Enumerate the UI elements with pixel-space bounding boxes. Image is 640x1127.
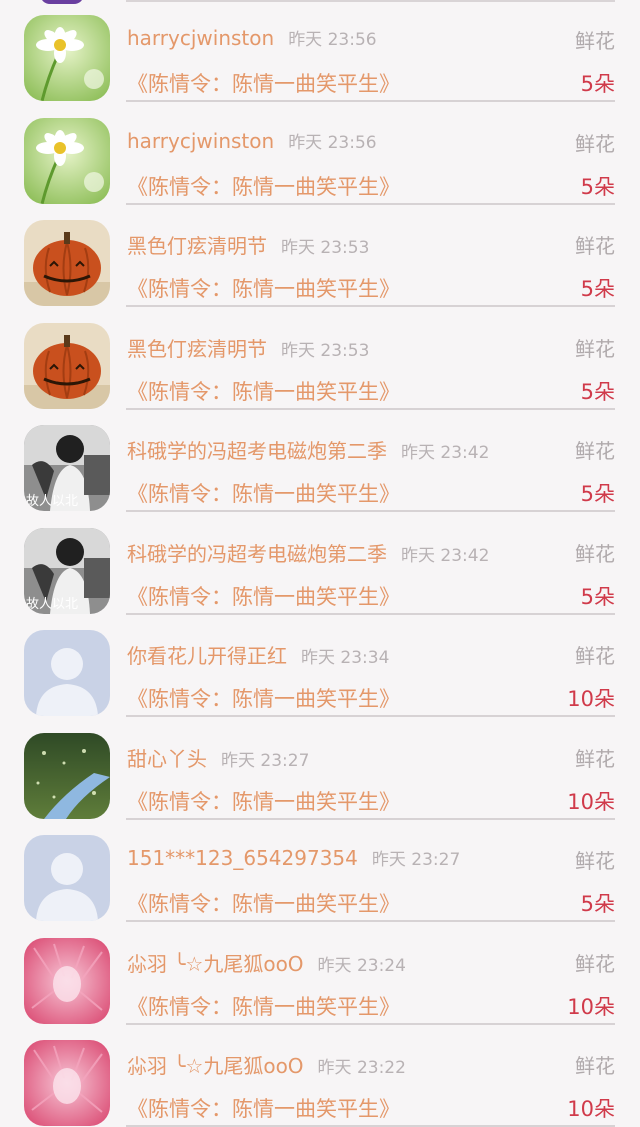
daisy-avatar[interactable] [24, 117, 110, 204]
gift-count: 10朵 [567, 687, 615, 711]
drama-title-link[interactable]: 《陈情令：陈情一曲笑平生》 [127, 581, 400, 611]
gift-type-label: 鲜花 [575, 746, 615, 771]
photo-avatar[interactable]: 故人以北 [24, 425, 110, 511]
gift-type-label: 鲜花 [575, 234, 615, 258]
gift-count: 5朵 [580, 174, 615, 199]
user-name-line[interactable]: 尛羽 ╰☆九尾狐ooO 昨天 23:24 [127, 948, 406, 977]
gift-count: 5朵 [580, 72, 615, 96]
drama-title-link[interactable]: 《陈情令：陈情一曲笑平生》 [127, 991, 400, 1021]
timestamp: 昨天 23:42 [401, 443, 490, 463]
user-name-line[interactable]: 黑色仃痃清明节 昨天 23:53 [127, 230, 369, 259]
user-name[interactable]: 黑色仃痃清明节 [127, 337, 267, 361]
user-name[interactable]: 科硪学的冯超考电磁炮第二季 [127, 439, 387, 463]
user-name-line[interactable]: harrycjwinston 昨天 23:56 [127, 128, 377, 153]
gift-count: 5朵 [580, 379, 615, 404]
user-name[interactable]: 科硪学的冯超考电磁炮第二季 [127, 542, 387, 566]
drama-title-link[interactable]: 《陈情令：陈情一曲笑平生》 [127, 888, 400, 918]
gift-record-row[interactable]: harrycjwinston 昨天 23:56 鲜花《陈情令：陈情一曲笑平生》 5朵 [0, 103, 640, 205]
gift-record-row[interactable]: 故人以北 科硪学的冯超考电磁炮第二季 昨天 23:42 鲜花《陈情令：陈情一曲笑平生》… [0, 513, 640, 615]
pumpkin-avatar[interactable] [24, 220, 110, 306]
gift-record-row[interactable]: harrycjwinston 昨天 23:56 鲜花《陈情令：陈情一曲笑平生》 5朵 [0, 0, 640, 102]
daisy-avatar[interactable] [24, 15, 110, 101]
gift-type-label: 鲜花 [575, 849, 615, 873]
user-name-line[interactable]: 151***123_654297354 昨天 23:27 [127, 845, 460, 870]
gift-record-row[interactable]: 你看花儿开得正红 昨天 23:34 鲜花《陈情令：陈情一曲笑平生》 10朵 [0, 615, 640, 717]
drama-title-link[interactable]: 《陈情令：陈情一曲笑平生》 [127, 1093, 400, 1123]
user-name-line[interactable]: 科硪学的冯超考电磁炮第二季 昨天 23:42 [127, 435, 489, 464]
gift-record-row[interactable]: 尛羽 ╰☆九尾狐ooO 昨天 23:24 鲜花《陈情令：陈情一曲笑平生》 10朵 [0, 923, 640, 1025]
gift-type-label: 鲜花 [575, 131, 615, 156]
pink-avatar[interactable] [24, 1040, 110, 1126]
gift-count: 10朵 [567, 994, 615, 1019]
pink-avatar[interactable] [24, 937, 110, 1024]
user-name[interactable]: 尛羽 ╰☆九尾狐ooO [127, 952, 304, 976]
drama-title-link[interactable]: 《陈情令：陈情一曲笑平生》 [127, 786, 400, 816]
drama-title-link[interactable]: 《陈情令：陈情一曲笑平生》 [127, 376, 400, 406]
user-name[interactable]: 尛羽 ╰☆九尾狐ooO [127, 1054, 304, 1078]
gift-type-label: 鲜花 [575, 29, 615, 53]
timestamp: 昨天 23:56 [288, 30, 377, 50]
user-name-line[interactable]: harrycjwinston 昨天 23:56 [127, 25, 377, 50]
user-name-line[interactable]: 你看花儿开得正红 昨天 23:34 [127, 640, 389, 669]
photo-avatar[interactable]: 故人以北 [24, 527, 110, 614]
gift-record-row[interactable]: 黑色仃痃清明节 昨天 23:53 鲜花《陈情令：陈情一曲笑平生》 5朵 [0, 205, 640, 307]
user-name[interactable]: harrycjwinston [127, 26, 274, 50]
timestamp: 昨天 23:22 [317, 1058, 406, 1078]
user-name[interactable]: 151***123_654297354 [127, 846, 358, 870]
gift-record-row[interactable]: 甜心丫头 昨天 23:27 鲜花《陈情令：陈情一曲笑平生》 10朵 [0, 718, 640, 820]
user-name-line[interactable]: 甜心丫头 昨天 23:27 [127, 743, 309, 772]
timestamp: 昨天 23:34 [301, 648, 390, 668]
stream-avatar[interactable] [24, 732, 110, 819]
user-name[interactable]: harrycjwinston [127, 129, 274, 153]
drama-title-link[interactable]: 《陈情令：陈情一曲笑平生》 [127, 683, 400, 713]
avatar-caption: 故人以北 [26, 494, 79, 509]
gift-type-label: 鲜花 [575, 439, 615, 463]
default-user-avatar[interactable] [24, 630, 110, 716]
timestamp: 昨天 23:53 [281, 340, 370, 361]
timestamp: 昨天 23:42 [401, 545, 490, 566]
gift-record-row[interactable]: 151***123_654297354 昨天 23:27 鲜花《陈情令：陈情一曲笑平… [0, 820, 640, 922]
gift-count: 10朵 [567, 1097, 615, 1121]
timestamp: 昨天 23:27 [371, 850, 461, 870]
pumpkin-avatar[interactable] [24, 322, 110, 409]
gift-record-row[interactable]: 故人以北 科硪学的冯超考电磁炮第二季 昨天 23:42 鲜花《陈情令：陈情一曲笑平生》… [0, 410, 640, 512]
default-user-avatar[interactable] [24, 835, 110, 921]
user-name[interactable]: 你看花儿开得正红 [127, 644, 287, 668]
gift-count: 5朵 [580, 892, 615, 916]
gift-record-row[interactable]: 黑色仃痃清明节 昨天 23:53 鲜花《陈情令：陈情一曲笑平生》 5朵 [0, 308, 640, 410]
gift-count: 5朵 [580, 482, 615, 506]
user-name-line[interactable]: 尛羽 ╰☆九尾狐ooO 昨天 23:22 [127, 1050, 406, 1079]
gift-type-label: 鲜花 [575, 1054, 615, 1078]
gift-count: 10朵 [567, 789, 615, 814]
gift-type-label: 鲜花 [575, 336, 615, 361]
user-name-line[interactable]: 科硪学的冯超考电磁炮第二季 昨天 23:42 [127, 538, 489, 567]
timestamp: 昨天 23:56 [288, 132, 377, 153]
gift-count: 5朵 [580, 277, 615, 301]
user-name[interactable]: 黑色仃痃清明节 [127, 234, 267, 258]
gift-type-label: 鲜花 [575, 644, 615, 668]
gift-count: 5朵 [580, 584, 615, 609]
gift-type-label: 鲜花 [575, 541, 615, 566]
timestamp: 昨天 23:53 [281, 238, 370, 258]
timestamp: 昨天 23:27 [221, 750, 310, 771]
user-name[interactable]: 甜心丫头 [127, 747, 207, 771]
drama-title-link[interactable]: 《陈情令：陈情一曲笑平生》 [127, 171, 400, 201]
user-name-line[interactable]: 黑色仃痃清明节 昨天 23:53 [127, 333, 369, 362]
drama-title-link[interactable]: 《陈情令：陈情一曲笑平生》 [127, 68, 400, 98]
drama-title-link[interactable]: 《陈情令：陈情一曲笑平生》 [127, 273, 400, 303]
drama-title-link[interactable]: 《陈情令：陈情一曲笑平生》 [127, 478, 400, 508]
timestamp: 昨天 23:24 [317, 955, 406, 976]
gift-record-row[interactable]: 尛羽 ╰☆九尾狐ooO 昨天 23:22 鲜花《陈情令：陈情一曲笑平生》 10朵 [0, 1025, 640, 1127]
gift-type-label: 鲜花 [575, 951, 615, 976]
avatar-caption: 故人以北 [26, 596, 79, 612]
